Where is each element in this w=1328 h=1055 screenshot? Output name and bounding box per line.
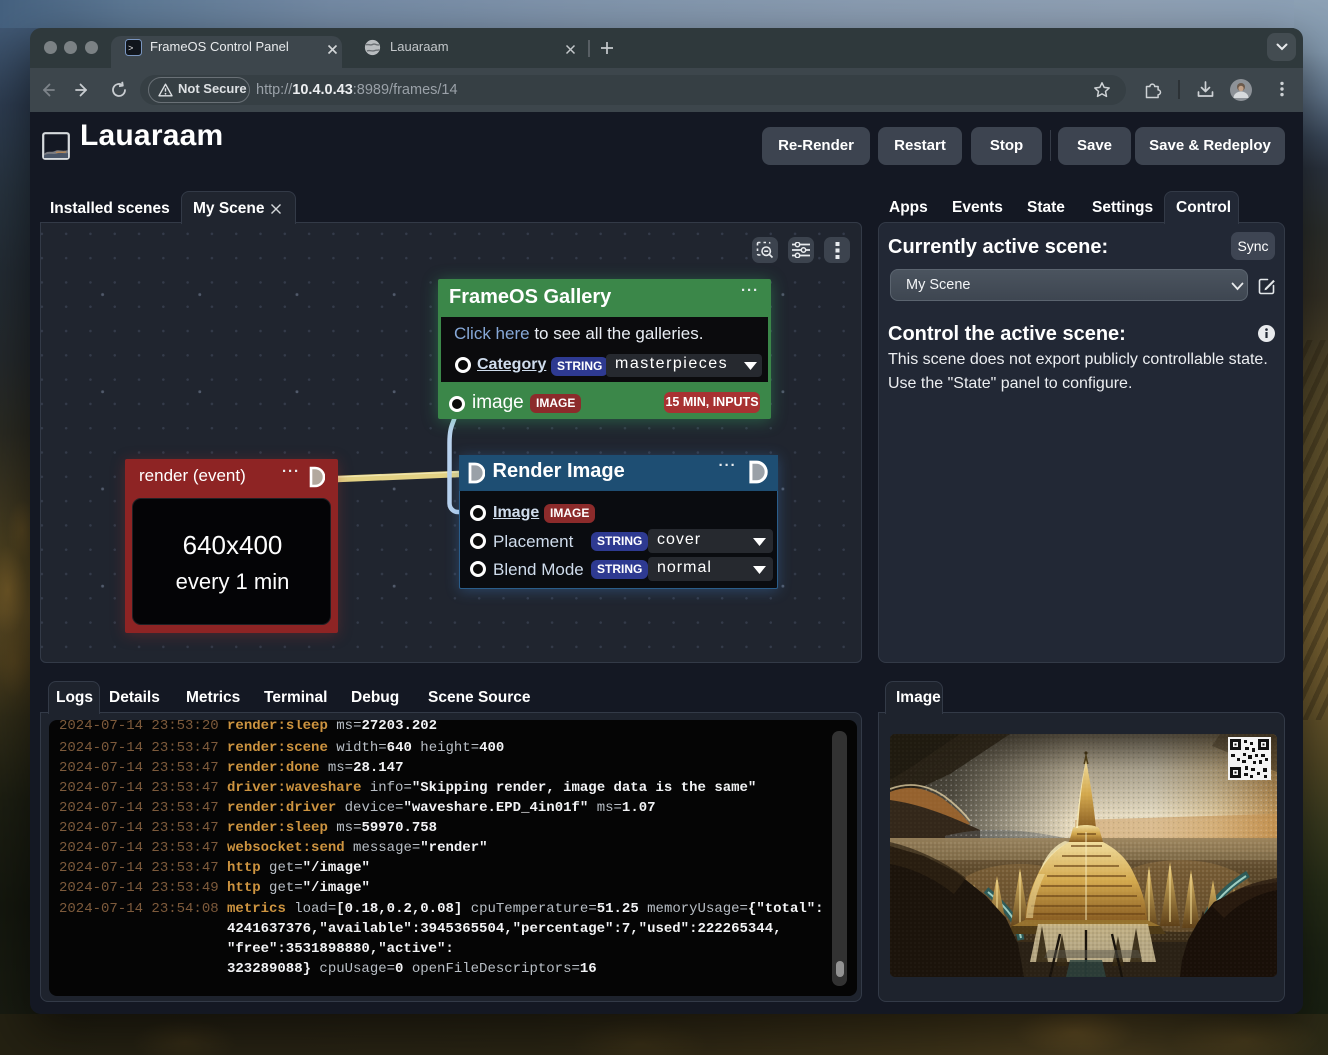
- svg-text:>: >: [128, 44, 133, 54]
